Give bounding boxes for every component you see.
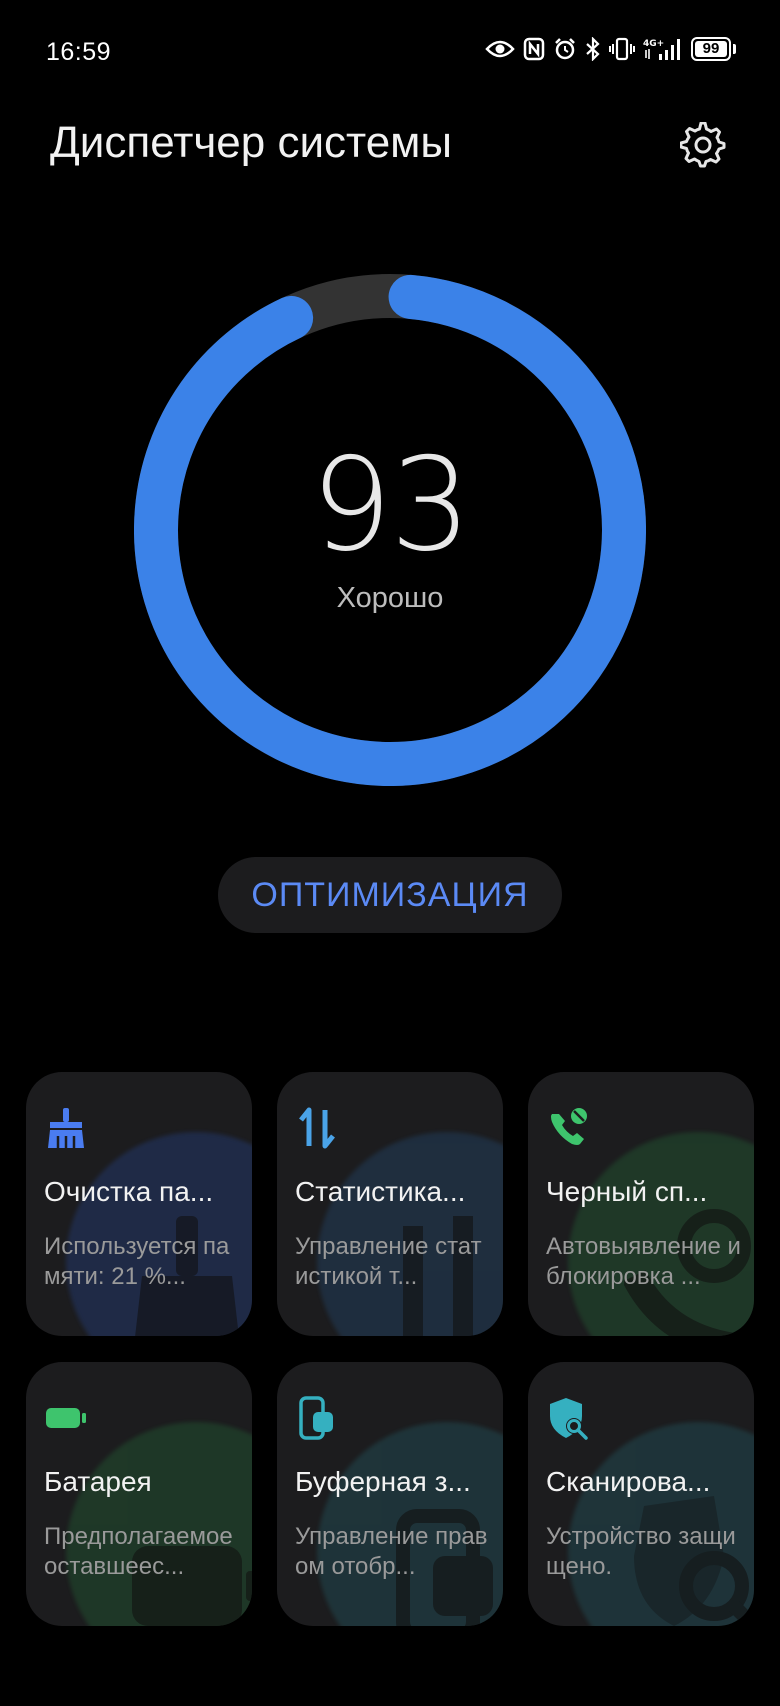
broom-icon bbox=[48, 1108, 84, 1148]
tile-title: Черный сп... bbox=[546, 1176, 708, 1207]
tile-subtitle: Управление статистикой т... bbox=[295, 1233, 482, 1290]
tile-memory-cleanup[interactable]: Очистка па... Используется памяти: 21 %.… bbox=[26, 1072, 252, 1336]
tile-blacklist[interactable]: Черный сп... Автовыявление и блокировка … bbox=[528, 1072, 754, 1336]
vibrate-icon bbox=[609, 37, 635, 61]
signal-icon: 4G+ bbox=[643, 36, 683, 62]
bluetooth-icon bbox=[585, 37, 601, 61]
data-transfer-icon bbox=[299, 1107, 335, 1149]
settings-button[interactable] bbox=[678, 120, 728, 170]
shield-scan-icon bbox=[550, 1398, 588, 1440]
gear-icon bbox=[680, 122, 726, 168]
alarm-icon bbox=[553, 37, 577, 61]
tile-data-statistics[interactable]: Статистика... Управление статистикой т..… bbox=[277, 1072, 503, 1336]
tile-subtitle: Устройство защищено. bbox=[546, 1523, 736, 1580]
battery-icon bbox=[46, 1408, 86, 1428]
blocked-call-icon bbox=[551, 1108, 587, 1145]
health-score-value: 93 bbox=[310, 431, 472, 580]
tile-battery[interactable]: Батарея Предполагаемое оставшеес... bbox=[26, 1362, 252, 1626]
page-title: Диспетчер системы bbox=[50, 118, 453, 167]
eye-icon bbox=[485, 38, 515, 60]
tile-subtitle: Используется памяти: 21 %... bbox=[44, 1233, 230, 1290]
tile-subtitle: Предполагаемое оставшеес... bbox=[44, 1523, 233, 1580]
tile-security-scan[interactable]: Сканирова... Устройство защищено. bbox=[528, 1362, 754, 1626]
status-time: 16:59 bbox=[46, 38, 112, 66]
status-icons: 4G+ 99 bbox=[485, 36, 736, 62]
clipboard-icon bbox=[299, 1396, 333, 1440]
tile-subtitle: Автовыявление и блокировка ... bbox=[546, 1233, 741, 1290]
tile-title: Статистика... bbox=[295, 1176, 466, 1207]
tile-title: Очистка па... bbox=[44, 1176, 214, 1207]
tile-subtitle: Управление правом отобр... bbox=[295, 1523, 488, 1580]
battery-indicator: 99 bbox=[691, 37, 736, 61]
status-bar: 16:59 4G+ 99 bbox=[0, 30, 780, 74]
network-type-label: 4G+ bbox=[643, 39, 664, 49]
health-score-status: Хорошо bbox=[336, 582, 444, 614]
battery-level: 99 bbox=[695, 41, 727, 57]
system-manager-screen: 16:59 4G+ 99 Диспетчер системы 93 Хорошо… bbox=[0, 0, 780, 1706]
tile-title: Сканирова... bbox=[546, 1466, 711, 1497]
tile-title: Батарея bbox=[44, 1466, 152, 1497]
health-score-ring: 93 Хорошо bbox=[134, 274, 646, 786]
optimize-button[interactable]: ОПТИМИЗАЦИЯ bbox=[218, 857, 562, 933]
tile-title: Буферная з... bbox=[295, 1466, 471, 1497]
nfc-icon bbox=[523, 37, 545, 61]
tile-clipboard[interactable]: Буферная з... Управление правом отобр... bbox=[277, 1362, 503, 1626]
